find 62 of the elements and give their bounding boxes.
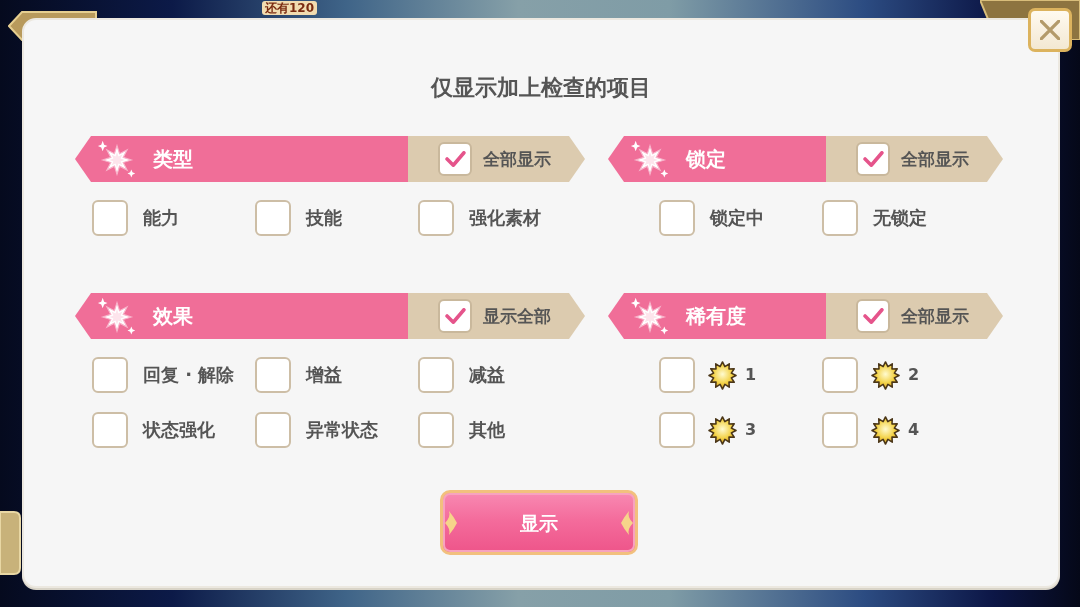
checkbox-label: 全部显示 xyxy=(901,305,969,327)
checkbox-label: 技能 xyxy=(306,206,342,230)
sparkle-icon xyxy=(96,295,138,337)
checkbox[interactable] xyxy=(822,412,858,448)
checkbox[interactable] xyxy=(255,412,291,448)
checkbox[interactable] xyxy=(255,200,291,236)
section-title: 效果 xyxy=(153,303,193,329)
checkbox[interactable] xyxy=(92,412,128,448)
checkbox[interactable] xyxy=(659,200,695,236)
checkbox-label: 能力 xyxy=(143,206,179,230)
section-title: 类型 xyxy=(153,146,193,172)
rarity-label: 3 xyxy=(745,420,757,440)
rarity-label: 1 xyxy=(745,365,757,385)
dialog-title: 仅显示加上检查的项目 xyxy=(431,74,651,102)
check-icon xyxy=(444,151,466,167)
checkbox[interactable] xyxy=(438,299,472,333)
banner-text: 还有120 xyxy=(262,1,318,15)
star-icon xyxy=(871,360,900,390)
checkbox-label: 异常状态 xyxy=(306,418,378,442)
ornament-icon xyxy=(445,510,457,535)
checkbox-label: 显示全部 xyxy=(483,305,551,327)
checkbox-label: 其他 xyxy=(469,418,505,442)
sparkle-icon xyxy=(629,138,671,180)
star-icon xyxy=(708,360,737,390)
section-title: 锁定 xyxy=(686,146,726,172)
checkbox-label: 全部显示 xyxy=(901,148,969,170)
sparkle-icon xyxy=(629,295,671,337)
star-icon xyxy=(871,415,900,445)
section-title: 稀有度 xyxy=(686,303,746,329)
checkbox[interactable] xyxy=(92,357,128,393)
checkbox-label: 全部显示 xyxy=(483,148,551,170)
checkbox[interactable] xyxy=(418,200,454,236)
check-icon xyxy=(862,151,884,167)
rarity-label: 2 xyxy=(908,365,920,385)
checkbox[interactable] xyxy=(418,357,454,393)
close-button[interactable] xyxy=(1028,8,1072,52)
ornament-icon xyxy=(621,510,633,535)
checkbox-label: 无锁定 xyxy=(873,206,927,230)
checkbox[interactable] xyxy=(418,412,454,448)
checkbox[interactable] xyxy=(856,142,890,176)
show-button[interactable]: 显示 xyxy=(440,490,638,555)
checkbox-label: 减益 xyxy=(469,363,505,387)
close-icon xyxy=(1040,20,1060,40)
rarity-label: 4 xyxy=(908,420,920,440)
checkbox-label: 锁定中 xyxy=(710,206,764,230)
checkbox[interactable] xyxy=(255,357,291,393)
check-icon xyxy=(444,308,466,324)
checkbox[interactable] xyxy=(92,200,128,236)
checkbox[interactable] xyxy=(659,412,695,448)
checkbox[interactable] xyxy=(438,142,472,176)
frame-ornament xyxy=(0,510,22,576)
checkbox-label: 增益 xyxy=(306,363,342,387)
checkbox[interactable] xyxy=(822,357,858,393)
star-icon xyxy=(708,415,737,445)
check-icon xyxy=(862,308,884,324)
sparkle-icon xyxy=(96,138,138,180)
checkbox[interactable] xyxy=(822,200,858,236)
checkbox-label: 强化素材 xyxy=(469,206,541,230)
checkbox-label: 状态强化 xyxy=(143,418,215,442)
checkbox[interactable] xyxy=(659,357,695,393)
checkbox[interactable] xyxy=(856,299,890,333)
checkbox-label: 回复 · 解除 xyxy=(143,363,235,387)
